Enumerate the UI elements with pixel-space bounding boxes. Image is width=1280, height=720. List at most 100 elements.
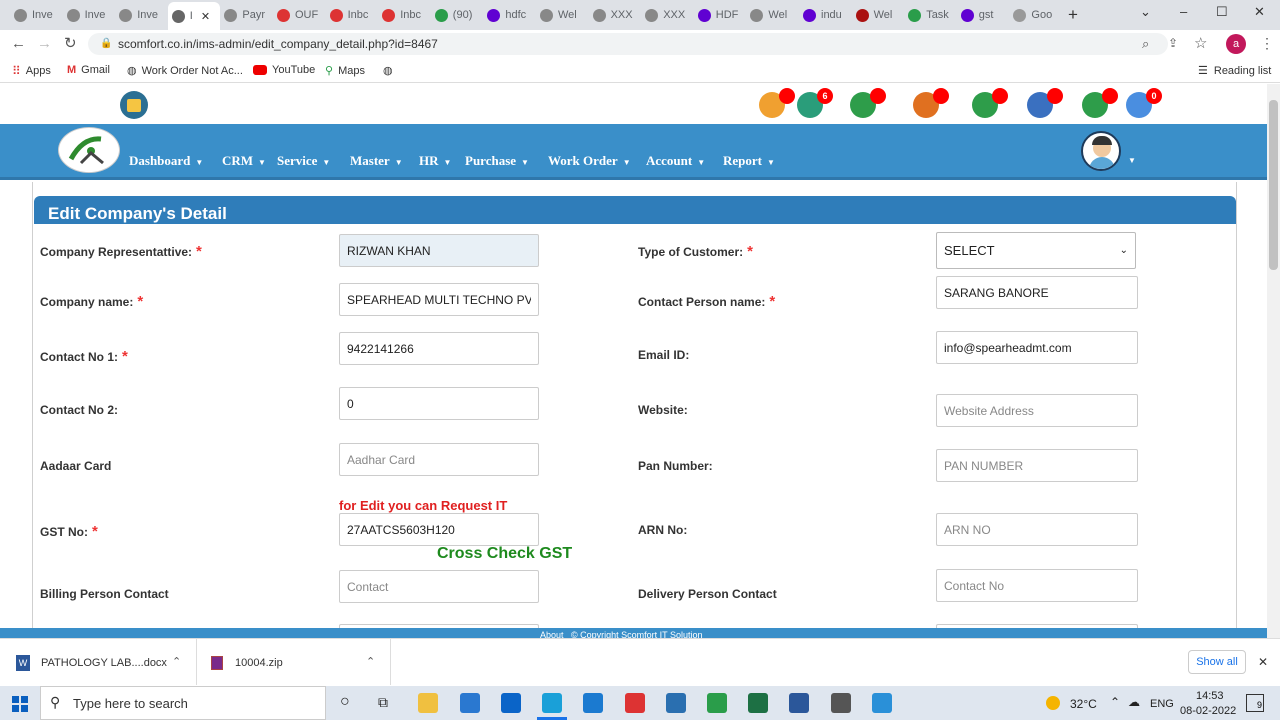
browser-tab[interactable]: (90) — [431, 4, 483, 26]
browser-tab[interactable]: Wel — [852, 4, 904, 26]
window-close-icon[interactable]: ✕ — [1254, 4, 1265, 20]
browser-tab[interactable]: Task — [904, 4, 956, 26]
lync-icon[interactable] — [583, 693, 603, 713]
excel-icon[interactable] — [748, 693, 768, 713]
clock-date[interactable]: 08-02-2022 — [1180, 705, 1236, 717]
profile-avatar[interactable]: a — [1226, 34, 1246, 54]
aadaar-card-input[interactable] — [339, 443, 539, 476]
pan-number-input[interactable] — [936, 449, 1138, 482]
weather-icon[interactable] — [1046, 696, 1060, 710]
nav-item-report[interactable]: Report ▼ — [723, 153, 775, 169]
arn-no-input[interactable] — [936, 513, 1138, 546]
lock-icon[interactable]: 🔒 — [100, 38, 112, 49]
calendar-icon[interactable] — [120, 91, 148, 119]
browser-tab[interactable]: Inve — [63, 4, 115, 26]
nav-item-dashboard[interactable]: Dashboard ▼ — [129, 153, 203, 169]
company-name-input[interactable] — [339, 283, 539, 316]
chrome-icon[interactable] — [625, 693, 645, 713]
cross-check-gst-link[interactable]: Cross Check GST — [437, 545, 572, 563]
tab-search-icon[interactable]: ⌄ — [1140, 4, 1151, 20]
browser-tab[interactable]: Goo — [1009, 4, 1061, 26]
language-indicator[interactable]: ENG — [1150, 698, 1174, 710]
user-avatar[interactable] — [1081, 131, 1121, 171]
contact-no-2-input[interactable] — [339, 387, 539, 420]
website-input[interactable] — [936, 394, 1138, 427]
page-scrollbar[interactable] — [1267, 84, 1280, 638]
reading-list[interactable]: ☰ Reading list — [1198, 64, 1271, 78]
browser-tab[interactable]: HDF — [694, 4, 746, 26]
browser-tab[interactable]: indu — [799, 4, 851, 26]
network-icon[interactable]: ☁ — [1128, 695, 1140, 709]
bookmark-star-icon[interactable]: ☆ — [1194, 34, 1207, 52]
edge-icon[interactable] — [542, 693, 562, 713]
browser-tab[interactable]: Inbc — [326, 4, 378, 26]
reload-icon[interactable]: ↻ — [64, 34, 77, 52]
user-menu-chevron-icon[interactable]: ▼ — [1128, 156, 1136, 165]
outlook-icon[interactable] — [501, 693, 521, 713]
bookmark-work-order[interactable]: ◍ Work Order Not Ac... — [127, 64, 243, 78]
company-representattive-input[interactable] — [339, 234, 539, 267]
onedrive-icon[interactable] — [872, 693, 892, 713]
download-options-icon[interactable]: ⌃ — [366, 655, 375, 668]
tray-chevron-icon[interactable]: ⌃ — [1110, 695, 1120, 709]
browser-tab[interactable]: Inve — [10, 4, 62, 26]
nav-item-hr[interactable]: HR ▼ — [419, 153, 451, 169]
download-item-docx[interactable]: PATHOLOGY LAB....docx — [41, 657, 167, 669]
bookmark-apps[interactable]: ⠿ Apps — [12, 64, 51, 78]
file-explorer-icon[interactable] — [418, 693, 438, 713]
nav-item-account[interactable]: Account ▼ — [646, 153, 705, 169]
browser-tab[interactable]: Inbc — [378, 4, 430, 26]
clock-time[interactable]: 14:53 — [1196, 690, 1224, 702]
new-tab-icon[interactable]: + — [1068, 5, 1078, 25]
cortana-icon[interactable]: ○ — [340, 693, 350, 711]
back-icon[interactable]: ← — [11, 35, 26, 52]
download-item-zip[interactable]: 10004.zip — [235, 657, 283, 669]
weather-temp[interactable]: 32°C — [1070, 697, 1097, 711]
browser-tab[interactable]: Payr — [220, 4, 272, 26]
download-options-icon[interactable]: ⌃ — [172, 655, 181, 668]
browser-tab[interactable]: hdfc — [483, 4, 535, 26]
mail-icon[interactable] — [460, 693, 480, 713]
maximize-icon[interactable]: ☐ — [1216, 4, 1228, 20]
nav-item-crm[interactable]: CRM ▼ — [222, 153, 266, 169]
close-downloads-icon[interactable]: ✕ — [1258, 655, 1268, 669]
bookmark-youtube[interactable]: YouTube — [253, 64, 315, 76]
task-view-icon[interactable]: ⧉ — [378, 694, 388, 711]
show-all-button[interactable]: Show all — [1188, 650, 1246, 674]
bookmark-gmail[interactable]: M Gmail — [67, 64, 110, 76]
contact-no-1-input[interactable] — [339, 332, 539, 365]
billing-person-contact-input[interactable] — [339, 570, 539, 603]
photos-icon[interactable] — [666, 693, 686, 713]
browser-tab[interactable]: gst — [957, 4, 1009, 26]
browser-tab[interactable]: OUF — [273, 4, 325, 26]
close-tab-icon[interactable]: ✕ — [201, 10, 210, 23]
bookmark-globe[interactable]: ◍ — [383, 64, 393, 77]
share-icon[interactable]: ⇪ — [1168, 36, 1178, 50]
delivery-person-contact-input[interactable] — [936, 569, 1138, 602]
zoom-icon[interactable]: ⌕ — [1142, 36, 1149, 52]
company-logo[interactable] — [58, 127, 120, 173]
browser-tab[interactable]: Wel — [746, 4, 798, 26]
nav-item-master[interactable]: Master ▼ — [350, 153, 403, 169]
browser-tab[interactable]: XXX — [641, 4, 693, 26]
windows-start-icon[interactable] — [12, 696, 28, 712]
bookmark-maps[interactable]: ⚲ Maps — [325, 64, 365, 78]
nav-item-purchase[interactable]: Purchase ▼ — [465, 153, 529, 169]
browser-tab[interactable]: I ✕ — [167, 2, 220, 30]
email-id-input[interactable] — [936, 331, 1138, 364]
nav-item-work-order[interactable]: Work Order ▼ — [548, 153, 631, 169]
app-icon[interactable] — [831, 693, 851, 713]
contact-person-name-input[interactable] — [936, 276, 1138, 309]
minimize-icon[interactable]: – — [1180, 4, 1187, 19]
url-text[interactable]: scomfort.co.in/ims-admin/edit_company_de… — [118, 37, 438, 51]
word-icon[interactable] — [789, 693, 809, 713]
browser-tab[interactable]: Wel — [536, 4, 588, 26]
forward-icon[interactable]: → — [37, 35, 52, 52]
chrome-profile-icon[interactable] — [707, 693, 727, 713]
customer-type-select[interactable]: SELECT ⌄ — [936, 232, 1136, 269]
gst-no-input[interactable] — [339, 513, 539, 546]
browser-tab[interactable]: XXX — [589, 4, 641, 26]
nav-item-service[interactable]: Service ▼ — [277, 153, 330, 169]
browser-tab[interactable]: Inve — [115, 4, 167, 26]
chrome-menu-icon[interactable]: ⋮ — [1260, 35, 1274, 52]
